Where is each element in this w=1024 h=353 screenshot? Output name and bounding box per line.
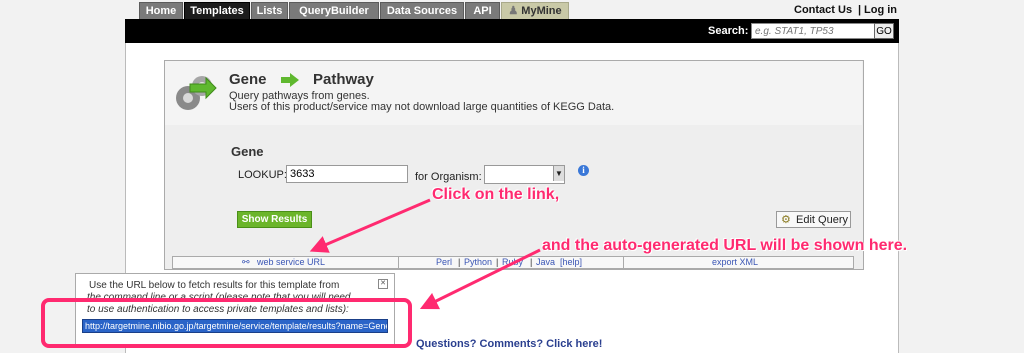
lookup-input[interactable] xyxy=(286,165,408,183)
annotation-url-shown: and the auto-generated URL will be shown… xyxy=(542,237,908,254)
export-xml-link[interactable]: export XML xyxy=(712,257,758,267)
organism-label: for Organism: xyxy=(415,171,482,183)
user-icon: ♟ xyxy=(508,5,519,17)
template-from-title: Gene xyxy=(229,71,267,88)
contact-us-link[interactable]: Contact Us xyxy=(794,4,852,16)
link-divider xyxy=(623,257,624,268)
arrow-right-icon xyxy=(281,73,299,87)
tab-templates[interactable]: Templates xyxy=(184,2,250,19)
header-divider: | xyxy=(858,4,862,16)
ruby-link[interactable]: Ruby xyxy=(502,257,523,267)
link-separator: | xyxy=(458,257,461,267)
edit-query-label: Edit Query xyxy=(796,214,848,226)
gear-icon xyxy=(176,76,217,110)
link-separator: | xyxy=(530,257,533,267)
tab-querybuilder[interactable]: QueryBuilder xyxy=(289,2,379,19)
help-link[interactable]: [help] xyxy=(560,257,582,267)
link-divider xyxy=(398,257,399,268)
tab-home[interactable]: Home xyxy=(139,2,183,19)
tab-data-sources[interactable]: Data Sources xyxy=(380,2,464,19)
info-icon[interactable]: i xyxy=(578,165,589,176)
annotation-click-link: Click on the link, xyxy=(432,186,560,203)
login-link[interactable]: Log in xyxy=(864,4,897,16)
gear-edit-icon: ⚙ xyxy=(781,214,791,226)
tab-mymine[interactable]: ♟ MyMine xyxy=(501,2,569,19)
tab-mymine-label: MyMine xyxy=(521,5,562,17)
link-chain-icon: ⚯ xyxy=(242,257,250,267)
perl-link[interactable]: Perl xyxy=(436,257,452,267)
popup-text-line1: Use the URL below to fetch results for t… xyxy=(89,280,340,291)
go-button[interactable]: GO xyxy=(874,23,894,39)
search-input[interactable] xyxy=(751,23,877,39)
close-icon[interactable]: ✕ xyxy=(378,279,388,289)
chevron-down-icon[interactable]: ▼ xyxy=(553,166,564,181)
tab-api[interactable]: API xyxy=(465,2,500,19)
template-to-title: Pathway xyxy=(313,71,374,88)
search-label: Search: xyxy=(708,25,749,37)
show-results-button[interactable]: Show Results xyxy=(237,211,312,228)
constraint-section-title: Gene xyxy=(231,144,264,159)
web-service-url-link[interactable]: web service URL xyxy=(257,257,325,267)
python-link[interactable]: Python xyxy=(464,257,492,267)
tab-lists[interactable]: Lists xyxy=(251,2,288,19)
template-disclaimer: Users of this product/service may not do… xyxy=(229,101,615,113)
link-separator: | xyxy=(496,257,499,267)
highlight-box xyxy=(41,298,412,348)
lookup-label: LOOKUP: xyxy=(238,169,287,181)
questions-link[interactable]: Questions? Comments? Click here! xyxy=(416,338,602,350)
java-link[interactable]: Java xyxy=(536,257,555,267)
